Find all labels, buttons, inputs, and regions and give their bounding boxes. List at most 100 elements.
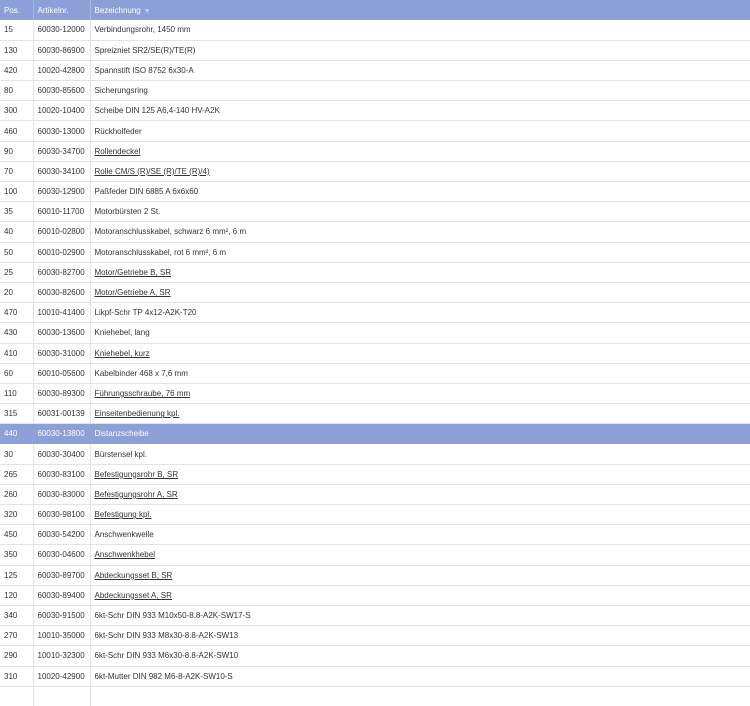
bezeichnung-link[interactable]: Einseitenbedienung kpl. [95, 409, 180, 418]
cell-artikelnr: 10020-10400 [33, 100, 91, 122]
table-row[interactable]: 15 60030-12000 Verbindungsrohr, 1450 mm [0, 20, 750, 41]
table-row[interactable]: 460 60030-13000 Rückholfeder [0, 120, 750, 142]
cell-pos: 20 [0, 282, 34, 304]
cell-pos: 110 [0, 383, 34, 405]
table-row[interactable]: 90 60030-34700 Rollendeckel [0, 141, 750, 162]
table-row-selected[interactable]: 440 60030-13800 Distanzscheibe [0, 423, 750, 445]
sort-desc-icon: ▼ [143, 7, 151, 15]
column-header-bezeichnung[interactable]: Bezeichnung ▼ [90, 0, 750, 20]
table-row[interactable]: 100 60030-12900 Paßfeder DIN 6885 A 6x6x60 [0, 181, 750, 203]
cell-artikelnr: 60031-00139 [33, 403, 91, 425]
cell-artikelnr: 60030-04600 [33, 544, 91, 566]
cell-pos: 125 [0, 565, 34, 586]
cell-artikelnr: 60010-05600 [33, 363, 91, 384]
table-row[interactable]: 50 60010-02900 Motoranschlusskabel, rot 6 … [0, 242, 750, 263]
cell-bezeichnung: Abdeckungsset A, SR [90, 585, 750, 606]
table-row[interactable]: 80 60030-85600 Sicherungsring [0, 80, 750, 102]
cell-pos: 260 [0, 484, 34, 506]
bezeichnung-link[interactable]: Rollendeckel [95, 147, 141, 156]
table-row-empty [0, 686, 750, 706]
table-row[interactable]: 410 60030-31000 Kniehebel, kurz [0, 343, 750, 364]
cell-artikelnr: 60030-89400 [33, 585, 91, 606]
table-row[interactable]: 70 60030-34100 Rolle CM/S (R)/SE (R)/TE (R… [0, 161, 750, 183]
table-row[interactable]: 350 60030-04600 Anschwenkhebel [0, 544, 750, 566]
table-row[interactable]: 20 60030-82600 Motor/Getriebe A, SR [0, 282, 750, 304]
table-row[interactable]: 130 60030-86900 Spreizniet SR2/SE(R)/TE(R) [0, 40, 750, 61]
table-row[interactable]: 25 60030-82700 Motor/Getriebe B, SR [0, 262, 750, 283]
table-row[interactable]: 260 60030-83000 Befestigungsrohr A, SR [0, 484, 750, 506]
cell-artikelnr: 60030-12900 [33, 181, 91, 203]
cell-pos: 15 [0, 20, 34, 41]
cell-pos: 265 [0, 464, 34, 485]
table-row[interactable]: 430 60030-13600 Kniehebel, lang [0, 322, 750, 344]
bezeichnung-link[interactable]: Motor/Getriebe B, SR [95, 268, 171, 277]
table-row[interactable]: 125 60030-89700 Abdeckungsset B, SR [0, 565, 750, 586]
header-row: Pos. Artikelnr. Bezeichnung ▼ [0, 0, 750, 20]
cell-artikelnr: 60030-31000 [33, 343, 91, 364]
column-header-pos[interactable]: Pos. [0, 0, 34, 20]
cell-artikelnr: 60030-98100 [33, 504, 91, 526]
bezeichnung-link[interactable]: Befestigung kpl. [95, 510, 152, 519]
cell-bezeichnung: Befestigung kpl. [90, 504, 750, 526]
bezeichnung-link[interactable]: Abdeckungsset A, SR [95, 591, 172, 600]
cell-artikelnr: 60030-34700 [33, 141, 91, 162]
cell-artikelnr: 10020-42800 [33, 60, 91, 82]
table-row[interactable]: 30 60030-30400 Bürstensel kpl. [0, 443, 750, 465]
table-row[interactable]: 60 60010-05600 Kabelbinder 468 x 7,6 mm [0, 363, 750, 384]
table-row[interactable]: 320 60030-98100 Befestigung kpl. [0, 504, 750, 526]
table-row[interactable]: 420 10020-42800 Spannstift ISO 8752 6x30-A [0, 60, 750, 82]
table-row[interactable]: 35 60010-11700 Motorbürsten 2 St. [0, 201, 750, 223]
table-row[interactable]: 265 60030-83100 Befestigungsrohr B, SR [0, 464, 750, 485]
cell-artikelnr: 60030-13000 [33, 120, 91, 142]
cell-empty [0, 686, 34, 706]
cell-pos: 410 [0, 343, 34, 364]
cell-bezeichnung: 6kt-Schr DIN 933 M6x30-8.8-A2K-SW10 [90, 645, 750, 667]
parts-table: Pos. Artikelnr. Bezeichnung ▼ 15 60030-120… [0, 0, 750, 706]
cell-pos: 100 [0, 181, 34, 203]
cell-bezeichnung: Rolle CM/S (R)/SE (R)/TE (R)/4) [90, 161, 750, 183]
table-row[interactable]: 450 60030-54200 Anschwenkwelle [0, 524, 750, 546]
table-row[interactable]: 340 60030-91500 6kt-Schr DIN 933 M10x50-8.… [0, 605, 750, 627]
table-row[interactable]: 470 10010-41400 Likpf-Schr TP 4x12-A2K-T20 [0, 302, 750, 324]
cell-pos: 130 [0, 40, 34, 61]
cell-bezeichnung: Paßfeder DIN 6885 A 6x6x60 [90, 181, 750, 203]
table-row[interactable]: 110 60030-89300 Führungsschraube, 76 mm [0, 383, 750, 405]
cell-artikelnr: 10010-32300 [33, 645, 91, 667]
cell-bezeichnung: Sicherungsring [90, 80, 750, 102]
table-row[interactable]: 300 10020-10400 Scheibe DIN 125 A6,4-140 H… [0, 100, 750, 122]
cell-artikelnr: 60030-54200 [33, 524, 91, 546]
cell-bezeichnung: Scheibe DIN 125 A6,4-140 HV-A2K [90, 100, 750, 122]
bezeichnung-link[interactable]: Anschwenkhebel [95, 550, 155, 559]
bezeichnung-link[interactable]: Führungsschraube, 76 mm [95, 389, 191, 398]
cell-bezeichnung: Kniehebel, kurz [90, 343, 750, 364]
cell-artikelnr: 60030-83100 [33, 464, 91, 485]
bezeichnung-link[interactable]: Abdeckungsset B, SR [95, 571, 173, 580]
cell-bezeichnung: Verbindungsrohr, 1450 mm [90, 20, 750, 41]
cell-pos: 450 [0, 524, 34, 546]
cell-pos: 60 [0, 363, 34, 384]
cell-bezeichnung: 6kt-Mutter DIN 982 M6-8-A2K-SW10-S [90, 666, 750, 687]
cell-artikelnr: 60030-85600 [33, 80, 91, 102]
bezeichnung-link[interactable]: Kniehebel, kurz [95, 349, 150, 358]
cell-bezeichnung: Motorbürsten 2 St. [90, 201, 750, 223]
cell-artikelnr: 60030-30400 [33, 443, 91, 465]
table-row[interactable]: 40 60010-02800 Motoranschlusskabel, schwar… [0, 221, 750, 243]
cell-artikelnr: 60030-89700 [33, 565, 91, 586]
cell-bezeichnung: Führungsschraube, 76 mm [90, 383, 750, 405]
cell-pos: 350 [0, 544, 34, 566]
table-row[interactable]: 315 60031-00139 Einseitenbedienung kpl. [0, 403, 750, 425]
table-row[interactable]: 270 10010-35000 6kt-Schr DIN 933 M8x30-8.8… [0, 625, 750, 647]
cell-pos: 310 [0, 666, 34, 687]
column-header-artikelnr[interactable]: Artikelnr. [33, 0, 91, 20]
bezeichnung-link[interactable]: Motor/Getriebe A, SR [95, 288, 171, 297]
table-row[interactable]: 290 10010-32300 6kt-Schr DIN 933 M6x30-8.8… [0, 645, 750, 667]
bezeichnung-link[interactable]: Befestigungsrohr B, SR [95, 470, 179, 479]
bezeichnung-link[interactable]: Befestigungsrohr A, SR [95, 490, 178, 499]
cell-bezeichnung: Bürstensel kpl. [90, 443, 750, 465]
cell-pos: 90 [0, 141, 34, 162]
cell-bezeichnung: Befestigungsrohr A, SR [90, 484, 750, 506]
cell-artikelnr: 60010-02800 [33, 221, 91, 243]
table-row[interactable]: 120 60030-89400 Abdeckungsset A, SR [0, 585, 750, 606]
bezeichnung-link[interactable]: Rolle CM/S (R)/SE (R)/TE (R)/4) [95, 167, 210, 176]
table-row[interactable]: 310 10020-42900 6kt-Mutter DIN 982 M6-8-A2… [0, 666, 750, 687]
